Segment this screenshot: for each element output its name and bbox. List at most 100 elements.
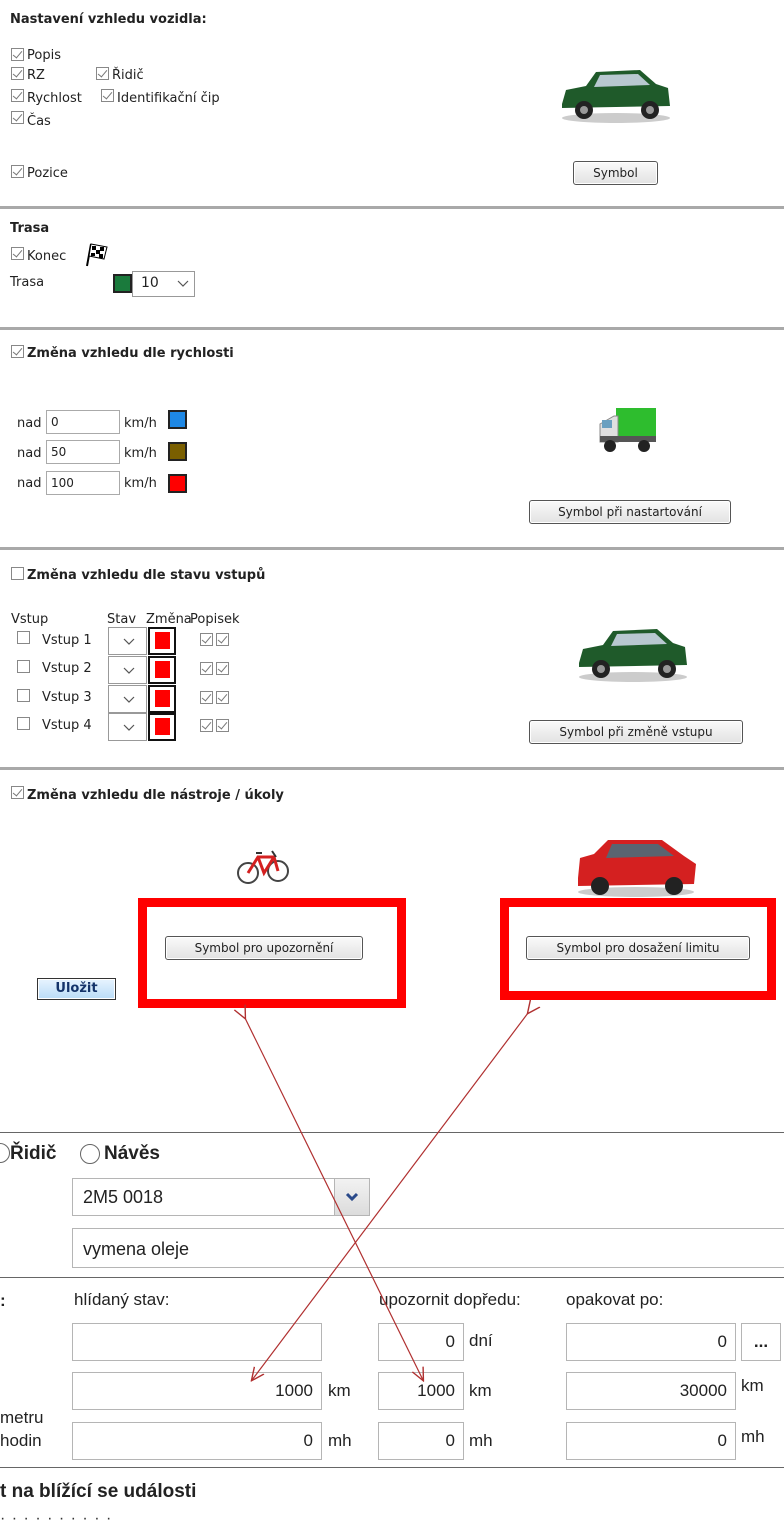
- tool-change-checkbox[interactable]: [11, 786, 24, 799]
- vehicle-select[interactable]: 2M5 0018: [72, 1178, 370, 1216]
- cip-checkbox[interactable]: [101, 89, 114, 102]
- zmena-2-swatch[interactable]: [148, 656, 176, 684]
- route-width-select[interactable]: 10: [132, 271, 195, 297]
- opakovat-mh-field[interactable]: 0: [566, 1422, 736, 1460]
- suv-green-icon: [579, 629, 687, 682]
- popisek-2b-checkbox[interactable]: [216, 662, 229, 675]
- rychlost-checkbox[interactable]: [11, 89, 24, 102]
- popisek-3a-checkbox[interactable]: [200, 691, 213, 704]
- cas-checkbox[interactable]: [11, 111, 24, 124]
- vehicle-settings-title: Nastavení vzhledu vozidla:: [10, 12, 207, 27]
- vstup-4-checkbox[interactable]: [17, 717, 30, 730]
- speed-unit: km/h: [124, 476, 157, 491]
- separator: [0, 547, 784, 550]
- row-label-hodin: hodin: [0, 1431, 42, 1450]
- row-label-metru: metru: [0, 1408, 44, 1427]
- pozice-checkbox[interactable]: [11, 165, 24, 178]
- rz-checkbox[interactable]: [11, 67, 24, 80]
- ridic-label: Řidič: [112, 68, 144, 83]
- rychlost-label: Rychlost: [27, 91, 82, 106]
- route-color-swatch[interactable]: [113, 274, 132, 293]
- upcoming-events-title: t na blížící se události: [0, 1481, 197, 1502]
- dopredu-km-field[interactable]: 1000: [378, 1372, 464, 1410]
- vstup-1-checkbox[interactable]: [17, 631, 30, 644]
- separator: [0, 206, 784, 209]
- zmena-4-swatch[interactable]: [148, 713, 176, 741]
- dopredu-mh-field[interactable]: 0: [378, 1422, 464, 1460]
- separator: [0, 1277, 784, 1278]
- speed-input-1[interactable]: 0: [46, 410, 120, 434]
- radio-naves[interactable]: [80, 1144, 100, 1164]
- cas-label: Čas: [27, 114, 51, 129]
- popisek-2a-checkbox[interactable]: [200, 662, 213, 675]
- popisek-1b-checkbox[interactable]: [216, 633, 229, 646]
- speed-prefix: nad: [17, 446, 42, 461]
- separator: [0, 1132, 784, 1133]
- speed-change-checkbox[interactable]: [11, 345, 24, 358]
- zmena-3-swatch[interactable]: [148, 685, 176, 713]
- vstup-3-checkbox[interactable]: [17, 689, 30, 702]
- dots-button[interactable]: ...: [741, 1323, 781, 1361]
- symbol-on-start-button[interactable]: Symbol při nastartování: [529, 500, 731, 524]
- route-width-value: 10: [141, 275, 159, 291]
- unit-mh: mh: [469, 1431, 493, 1450]
- radio-vehicle[interactable]: [0, 1143, 10, 1163]
- speed-color-swatch-2[interactable]: [168, 442, 187, 461]
- speed-color-swatch-1[interactable]: [168, 410, 187, 429]
- chevron-down-icon: [123, 667, 135, 674]
- stav-3-select[interactable]: [108, 685, 147, 713]
- ridic-checkbox[interactable]: [96, 67, 109, 80]
- save-button[interactable]: Uložit: [37, 978, 116, 1000]
- inputs-change-checkbox[interactable]: [11, 567, 24, 580]
- stav-date-field[interactable]: [72, 1323, 322, 1361]
- opakovat-days-field[interactable]: 0: [566, 1323, 736, 1361]
- task-name-input[interactable]: vymena oleje: [72, 1228, 784, 1268]
- popis-checkbox[interactable]: [11, 48, 24, 61]
- zmena-1-swatch[interactable]: [148, 627, 176, 655]
- opakovat-km-field[interactable]: 30000: [566, 1372, 736, 1410]
- popisek-4a-checkbox[interactable]: [200, 719, 213, 732]
- unit-dni: dní: [469, 1331, 493, 1350]
- stav-2-select[interactable]: [108, 656, 147, 684]
- stav-km-field[interactable]: 1000: [72, 1372, 322, 1410]
- task-name-value: vymena oleje: [83, 1239, 190, 1259]
- popisek-3b-checkbox[interactable]: [216, 691, 229, 704]
- popisek-1a-checkbox[interactable]: [200, 633, 213, 646]
- vstup-2-checkbox[interactable]: [17, 660, 30, 673]
- vstup-2-label: Vstup 2: [42, 661, 92, 676]
- truck-icon: [599, 408, 656, 452]
- speed-color-swatch-3[interactable]: [168, 474, 187, 493]
- tool-title: Změna vzhledu dle nástroje / úkoly: [27, 788, 284, 803]
- symbol-on-input-change-button[interactable]: Symbol při změně vstupu: [529, 720, 743, 744]
- chevron-down-icon: [123, 724, 135, 731]
- stav-mh-field[interactable]: 0: [72, 1422, 322, 1460]
- unit-mh: mh: [741, 1427, 765, 1446]
- red-car-icon: [578, 840, 696, 897]
- pozice-label: Pozice: [27, 166, 68, 181]
- unit-km: km: [741, 1376, 764, 1395]
- separator: [0, 1467, 784, 1468]
- symbol-button[interactable]: Symbol: [573, 161, 658, 185]
- radio-naves-label: Návěs: [104, 1143, 160, 1164]
- trasa-label: Trasa: [10, 275, 45, 290]
- unit-km: km: [328, 1381, 351, 1400]
- speed-input-2[interactable]: 50: [46, 440, 120, 464]
- konec-checkbox[interactable]: [11, 247, 24, 260]
- popisek-4b-checkbox[interactable]: [216, 719, 229, 732]
- speed-input-3[interactable]: 100: [46, 471, 120, 495]
- stav-1-select[interactable]: [108, 627, 147, 655]
- dopredu-days-field[interactable]: 0: [378, 1323, 464, 1361]
- symbol-warning-button[interactable]: Symbol pro upozornění: [165, 936, 363, 960]
- stav-4-select[interactable]: [108, 713, 147, 741]
- unit-mh: mh: [328, 1431, 352, 1450]
- symbol-limit-button[interactable]: Symbol pro dosažení limitu: [526, 936, 750, 960]
- konec-label: Konec: [27, 249, 67, 264]
- header-stav: hlídaný stav:: [74, 1290, 170, 1309]
- select-dropdown-button[interactable]: [334, 1179, 369, 1215]
- unit-km: km: [469, 1381, 492, 1400]
- col-stav: Stav: [107, 612, 137, 627]
- bicycle-icon: [237, 850, 289, 884]
- col-vstup: Vstup: [11, 612, 49, 627]
- chevron-down-icon: [123, 696, 135, 703]
- col-zmena: Změna: [146, 612, 192, 627]
